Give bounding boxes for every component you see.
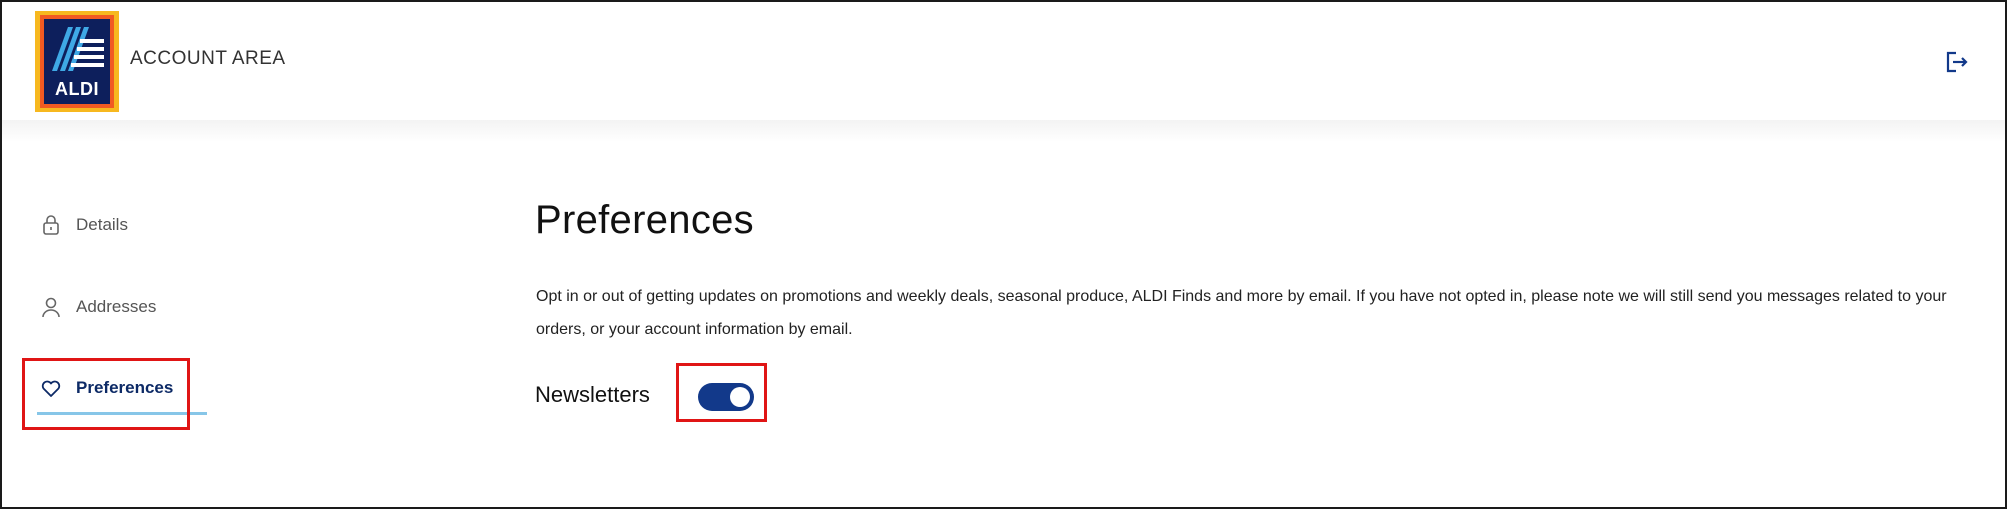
logout-icon[interactable] <box>1943 49 1969 75</box>
logo-text: ALDI <box>55 79 99 99</box>
highlight-box-toggle <box>676 363 767 422</box>
logo-border: ALDI <box>40 15 114 108</box>
page-title: Preferences <box>535 198 754 242</box>
header-shadow <box>2 120 2005 142</box>
lock-icon <box>40 214 62 236</box>
sidebar-item-addresses[interactable]: Addresses <box>40 296 156 318</box>
header: ALDI ACCOUNT AREA <box>2 2 2005 120</box>
highlight-box-preferences <box>22 358 190 430</box>
app-frame: ALDI ACCOUNT AREA Details Addresses Pref… <box>0 0 2007 509</box>
user-icon <box>40 296 62 318</box>
logo-stripes-icon <box>52 27 104 71</box>
aldi-logo[interactable]: ALDI <box>35 11 119 112</box>
logo-core: ALDI <box>44 19 110 104</box>
page-description: Opt in or out of getting updates on prom… <box>536 288 1947 338</box>
sidebar-item-label: Addresses <box>76 297 157 316</box>
sidebar-item-details[interactable]: Details <box>40 214 128 236</box>
sidebar-item-label: Details <box>76 215 128 234</box>
header-title: ACCOUNT AREA <box>130 48 286 69</box>
newsletter-label: Newsletters <box>535 382 650 407</box>
